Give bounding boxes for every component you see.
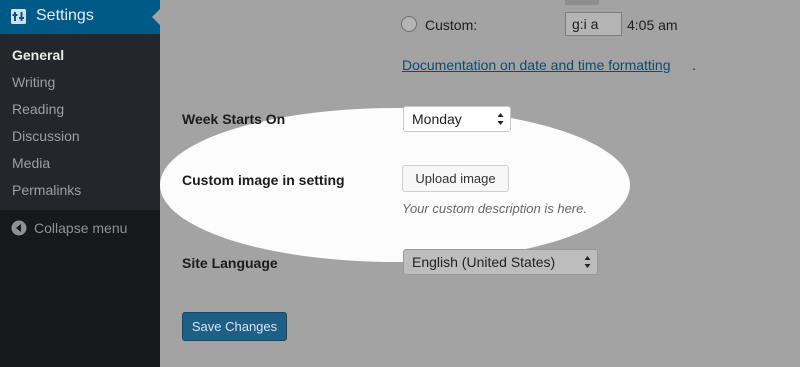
submenu-item-permalinks[interactable]: Permalinks <box>12 182 81 198</box>
week-starts-on-select[interactable]: Monday <box>403 106 511 132</box>
time-format-custom-label: Custom: <box>425 17 478 33</box>
save-changes-button[interactable]: Save Changes <box>182 312 287 341</box>
time-format-custom-radio[interactable] <box>401 16 417 32</box>
site-language-label: Site Language <box>182 255 278 271</box>
sidebar-item-settings[interactable]: Settings <box>0 0 160 34</box>
sidebar-header-title: Settings <box>36 7 94 24</box>
select-arrows-icon <box>584 256 591 268</box>
submenu-item-writing[interactable]: Writing <box>12 74 55 90</box>
site-language-select[interactable]: English (United States) <box>403 249 598 275</box>
custom-image-label: Custom image in setting <box>182 172 345 188</box>
site-language-value: English (United States) <box>412 254 556 270</box>
current-menu-pointer <box>152 9 160 25</box>
submenu-item-reading[interactable]: Reading <box>12 101 64 117</box>
submenu-item-media[interactable]: Media <box>12 155 50 171</box>
settings-icon <box>11 9 26 24</box>
week-starts-on-label: Week Starts On <box>182 111 286 127</box>
week-starts-on-value: Monday <box>412 111 462 127</box>
settings-submenu: General Writing Reading Discussion Media… <box>0 34 160 210</box>
documentation-link-suffix: . <box>692 57 696 73</box>
submenu-item-discussion[interactable]: Discussion <box>12 128 80 144</box>
time-format-preview: 4:05 am <box>627 17 678 33</box>
custom-image-description: Your custom description is here. <box>402 201 587 216</box>
time-format-custom-input[interactable] <box>565 12 622 36</box>
upload-image-button[interactable]: Upload image <box>402 165 509 192</box>
collapse-arrow-icon <box>11 220 27 236</box>
submenu-item-general[interactable]: General <box>12 47 64 63</box>
admin-sidebar: Settings General Writing Reading Discuss… <box>0 0 160 367</box>
date-time-documentation-link[interactable]: Documentation on date and time formattin… <box>402 57 671 73</box>
select-arrows-icon <box>497 113 504 125</box>
time-format-previous-field <box>565 0 599 5</box>
collapse-menu-label: Collapse menu <box>34 220 128 236</box>
